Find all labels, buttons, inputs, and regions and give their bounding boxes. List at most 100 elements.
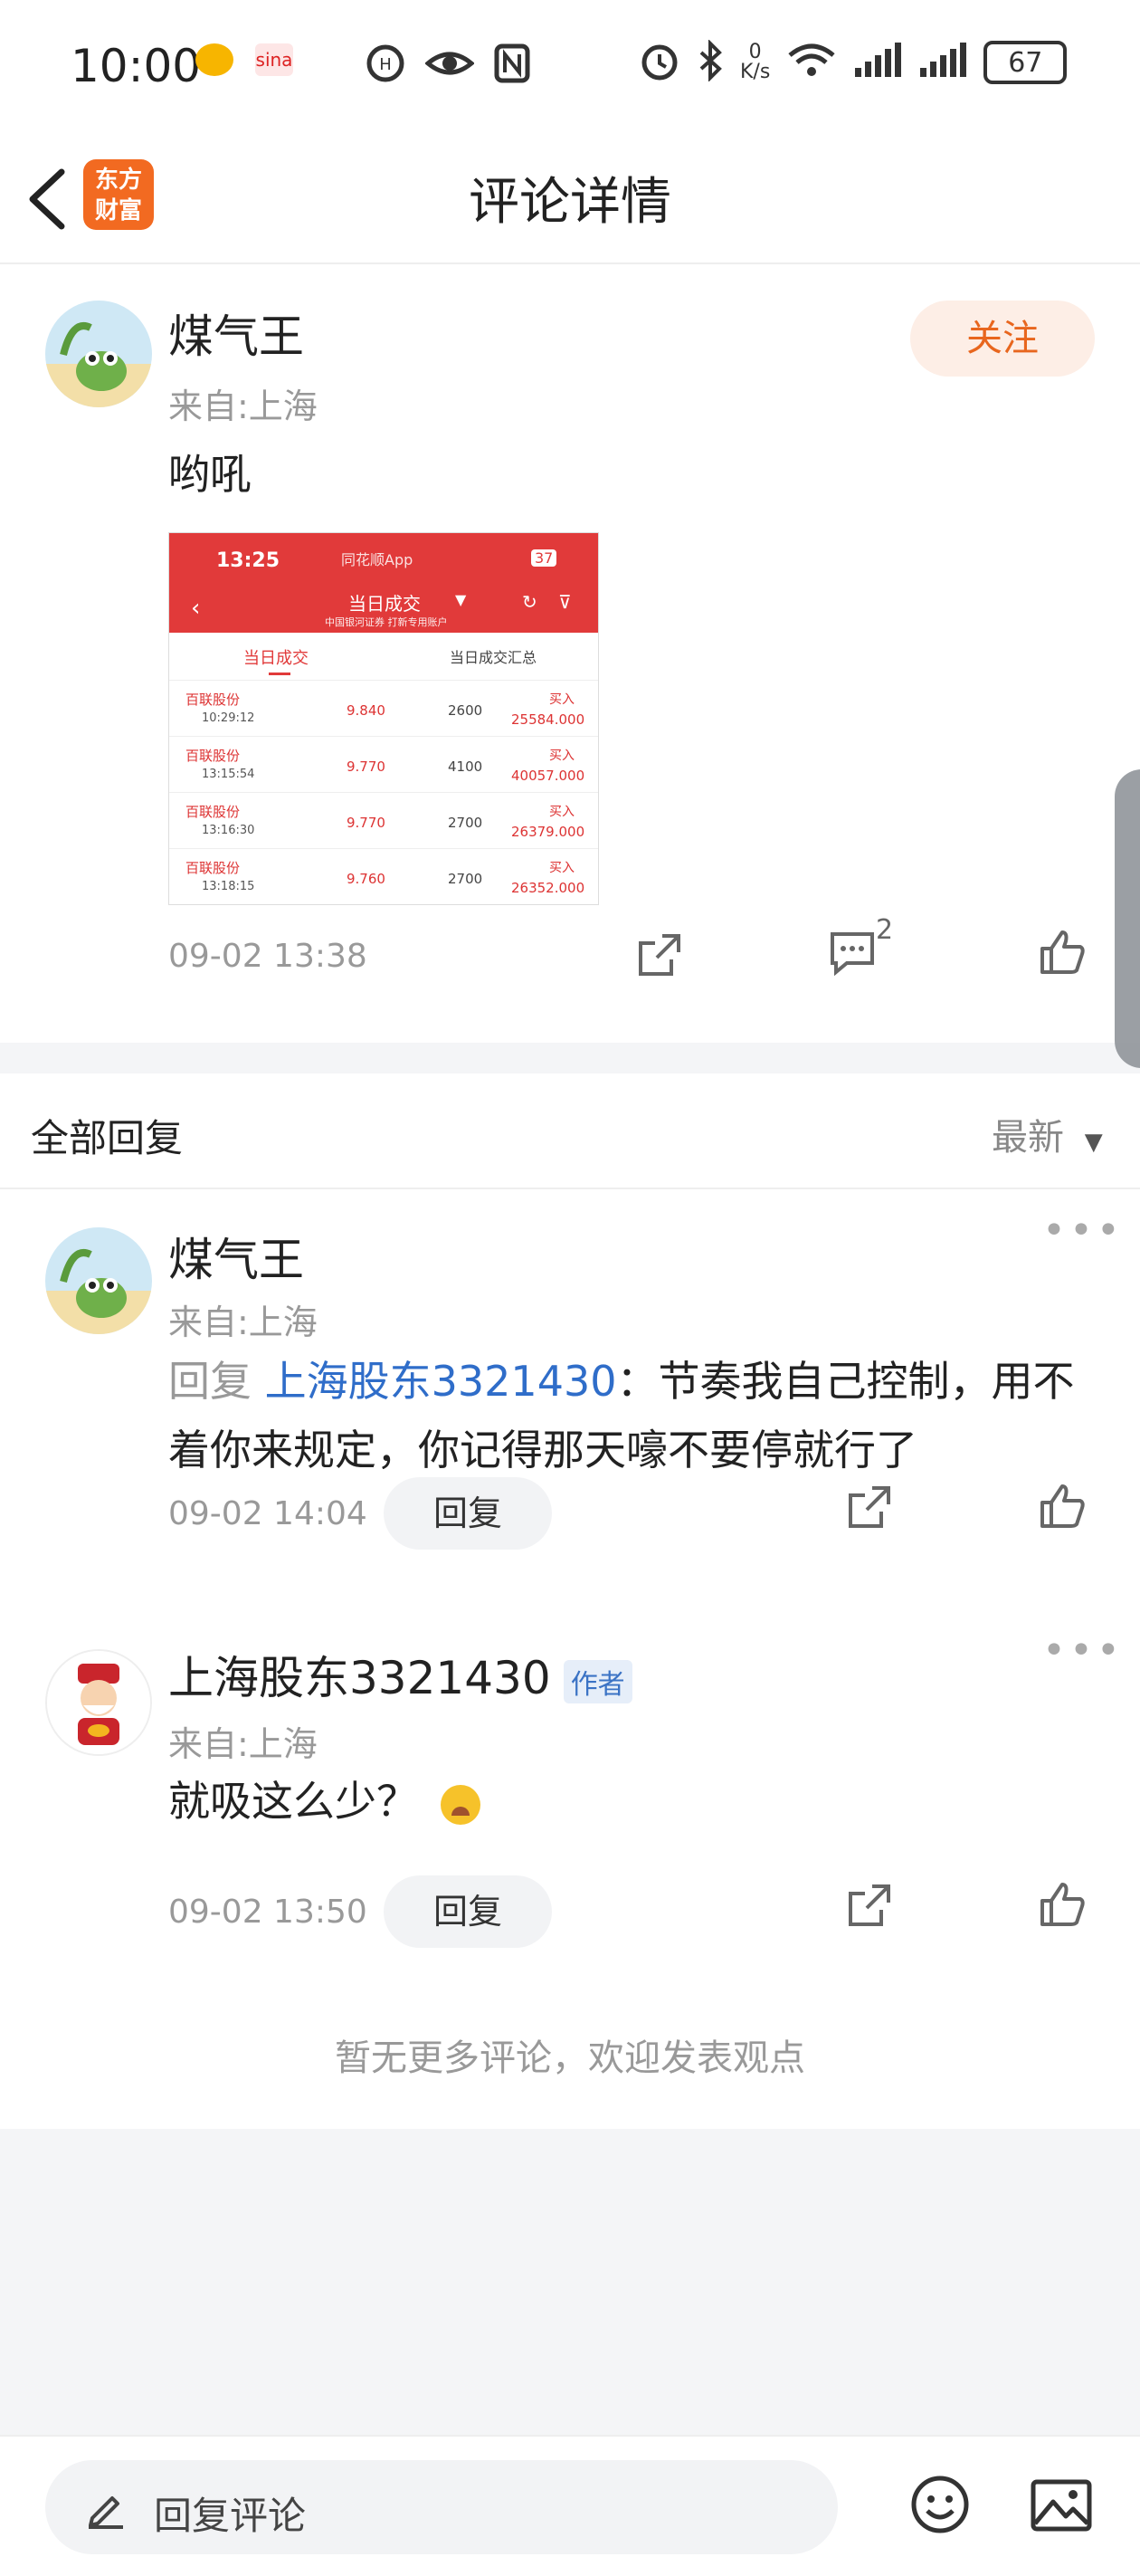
reply-author-name[interactable]: 煤气王 — [168, 1224, 304, 1289]
trade-side: 买入 — [549, 692, 575, 707]
share-icon — [849, 1884, 890, 1926]
svg-text:H: H — [379, 55, 392, 74]
edge-panel-handle[interactable] — [1115, 769, 1140, 1068]
trade-name: 百联股份 — [185, 860, 241, 876]
trade-qty: 4100 — [448, 758, 483, 775]
trade-price: 9.770 — [347, 815, 385, 831]
reply-input[interactable]: 回复评论 — [45, 2460, 838, 2554]
emoji-button[interactable] — [910, 2475, 970, 2538]
avatar[interactable] — [45, 301, 152, 407]
image-tab: 当日成交汇总 — [450, 649, 537, 666]
trade-side: 买入 — [549, 805, 575, 819]
avatar[interactable] — [45, 1649, 152, 1756]
system-icons-right: 0 K/s 67 — [639, 39, 1068, 85]
reply-location: 来自:上海 — [168, 1302, 318, 1342]
share-button[interactable] — [845, 1881, 894, 1933]
image-icon — [1031, 2479, 1092, 2532]
replies-title: 全部回复 — [31, 1116, 184, 1160]
reply-to-link[interactable]: 上海股东3321430 — [265, 1357, 617, 1406]
bluetooth-icon — [697, 39, 724, 85]
net-speed: 0 K/s — [740, 41, 771, 83]
image-tab-underline — [269, 673, 290, 675]
alarm-icon — [639, 40, 680, 85]
caret-down-icon: ▼ — [1084, 1129, 1103, 1156]
share-icon — [639, 934, 680, 976]
comment-text: 哟吼 — [168, 450, 252, 499]
reply-button[interactable]: 回复 — [384, 1875, 552, 1948]
avatar[interactable] — [45, 1227, 152, 1334]
replies-header: 全部回复 最新 ▼ — [0, 1073, 1140, 1189]
eye-icon — [424, 43, 475, 87]
trade-amount: 25584.000 — [511, 711, 585, 728]
thumbs-up-icon — [1040, 1484, 1085, 1528]
like-button[interactable] — [1037, 1879, 1088, 1933]
thumbs-up-icon — [1040, 1883, 1085, 1926]
follow-button[interactable]: 关注 — [910, 301, 1095, 377]
crying-face-emoji-icon — [440, 1784, 480, 1825]
page-title: 评论详情 — [469, 173, 671, 232]
comment-timestamp: 09-02 13:38 — [168, 938, 367, 975]
section-divider — [0, 1043, 1140, 1073]
trade-side: 买入 — [549, 749, 575, 763]
comment-icon — [831, 932, 874, 977]
signal-icon-1 — [853, 43, 902, 82]
comment-image[interactable]: 13:25 同花顺App 37 ‹ 当日成交 ▼ ↻ ⊽ 中国银河证券 打新专用… — [168, 532, 599, 905]
reply-timestamp: 09-02 13:50 — [168, 1894, 367, 1931]
sina-icon: sina — [255, 43, 293, 76]
like-button[interactable] — [1037, 927, 1088, 981]
comment-button[interactable]: 2 — [827, 914, 893, 981]
more-options-icon[interactable]: ••• — [1042, 1627, 1124, 1674]
image-trade-row: 百联股份 10:29:12 9.840 2600 买入 25584.000 — [169, 681, 598, 737]
reply-location: 来自:上海 — [168, 1724, 318, 1764]
trade-time: 13:18:15 — [202, 880, 255, 893]
image-back-icon: ‹ — [191, 595, 201, 622]
fortune-god-avatar-icon — [47, 1651, 150, 1754]
bottom-input-bar: 回复评论 — [0, 2435, 1140, 2576]
share-button[interactable] — [635, 930, 684, 983]
trade-qty: 2600 — [448, 702, 483, 719]
comment-author-name[interactable]: 煤气王 — [168, 301, 304, 366]
thumbs-up-icon — [1040, 930, 1085, 974]
sort-dropdown[interactable]: 最新 ▼ — [992, 1108, 1103, 1160]
comment-location: 来自:上海 — [168, 386, 318, 426]
image-refresh-icon: ↻ — [522, 591, 537, 613]
reply-content: 就吸这么少？ — [168, 1777, 418, 1826]
wifi-icon — [786, 41, 837, 84]
image-dropdown-icon: ▼ — [455, 591, 467, 608]
image-title: 当日成交 — [348, 593, 421, 615]
reply-input-placeholder: 回复评论 — [154, 2494, 307, 2538]
status-time: 10:00 — [71, 40, 202, 92]
reply-text: 就吸这么少？ — [168, 1767, 480, 1836]
battery-indicator: 67 — [983, 41, 1068, 84]
image-header: 13:25 同花顺App 37 ‹ 当日成交 ▼ ↻ ⊽ 中国银河证券 打新专用… — [169, 533, 598, 633]
app-header: 东方 财富 评论详情 — [0, 136, 1140, 264]
trade-side: 买入 — [549, 861, 575, 875]
main-comment-card: 煤气王 来自:上海 关注 哟吼 13:25 同花顺App 37 ‹ 当日成交 ▼… — [0, 264, 1140, 1043]
image-subtitle: 中国银河证券 打新专用账户 — [325, 616, 448, 628]
reply-timestamp: 09-02 14:04 — [168, 1495, 367, 1532]
trade-time: 13:15:54 — [202, 768, 255, 781]
signal-icon-2 — [918, 43, 967, 82]
reply-button[interactable]: 回复 — [384, 1477, 552, 1550]
image-app-name: 同花顺App — [341, 551, 413, 568]
image-filter-icon: ⊽ — [558, 591, 572, 613]
share-button[interactable] — [845, 1483, 894, 1535]
trade-amount: 26352.000 — [511, 880, 585, 896]
image-trade-row: 百联股份 13:16:30 9.770 2700 买入 26379.000 — [169, 793, 598, 849]
nfc-icon — [494, 43, 530, 87]
status-bar: 10:00 sina H 0 K/s 67 — [0, 0, 1140, 136]
weibo-icon — [195, 43, 233, 76]
trade-name: 百联股份 — [185, 748, 241, 764]
image-time: 13:25 — [216, 549, 280, 572]
like-button[interactable] — [1037, 1481, 1088, 1535]
trade-price: 9.840 — [347, 702, 385, 719]
reply-prefix: 回复 — [168, 1357, 265, 1406]
image-button[interactable] — [1030, 2478, 1093, 2536]
trade-amount: 26379.000 — [511, 824, 585, 840]
more-options-icon[interactable]: ••• — [1042, 1207, 1124, 1254]
reply-author-link[interactable]: 上海股东3321430 — [168, 1652, 551, 1704]
data-saver-icon: H — [366, 43, 405, 87]
trade-price: 9.770 — [347, 758, 385, 775]
notification-icons: sina — [195, 43, 293, 76]
pencil-icon — [89, 2496, 123, 2529]
